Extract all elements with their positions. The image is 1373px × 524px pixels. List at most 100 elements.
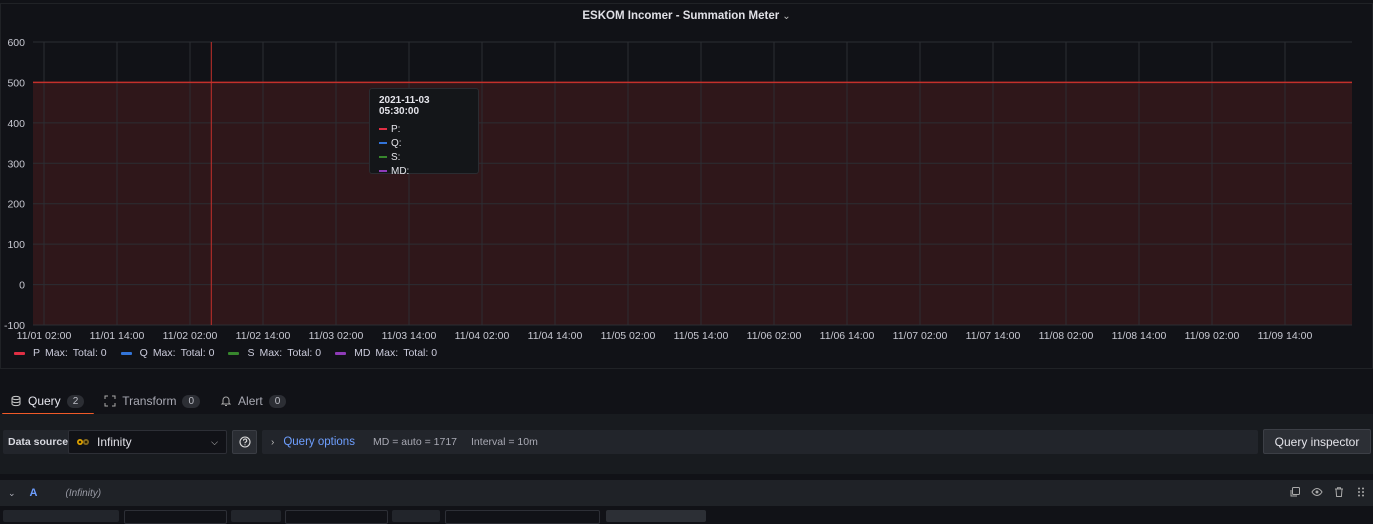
- database-icon: [11, 395, 21, 407]
- chevron-down-icon[interactable]: ⌄: [8, 488, 16, 499]
- field-button-peek[interactable]: [606, 510, 706, 522]
- field-select-peek[interactable]: [285, 510, 388, 524]
- tab-transform-count: 0: [182, 394, 201, 408]
- tooltip-row: P:: [379, 122, 469, 136]
- query-datasource-name: (Infinity): [65, 487, 102, 499]
- duplicate-icon[interactable]: [1289, 486, 1301, 498]
- x-tick-label: 11/05 14:00: [674, 330, 729, 342]
- tab-alert-label: Alert: [238, 394, 263, 408]
- tooltip-label: P:: [391, 123, 401, 135]
- y-tick-label: 100: [7, 239, 25, 251]
- legend-total: Total: 0: [72, 347, 107, 359]
- datasource-select[interactable]: Infinity ⌵: [68, 430, 227, 454]
- x-tick-label: 11/02 14:00: [236, 330, 291, 342]
- tab-transform-label: Transform: [122, 394, 177, 408]
- x-tick-label: 11/04 14:00: [528, 330, 583, 342]
- interval-text: Interval = 10m: [471, 436, 538, 448]
- x-tick-label: 11/03 14:00: [382, 330, 437, 342]
- infinity-logo-icon: [77, 439, 89, 445]
- tooltip-row: S:: [379, 150, 469, 164]
- query-inspector-button[interactable]: Query inspector: [1263, 429, 1371, 454]
- tooltip-label: Q:: [391, 137, 402, 149]
- y-tick-label: 300: [7, 158, 25, 170]
- x-tick-label: 11/02 02:00: [163, 330, 218, 342]
- field-label-peek: [392, 510, 440, 522]
- field-select-peek[interactable]: [124, 510, 227, 524]
- transform-icon: [104, 395, 116, 407]
- tooltip-row: Q:: [379, 136, 469, 150]
- x-tick-label: 11/05 02:00: [601, 330, 656, 342]
- query-row-header[interactable]: ⌄ A (Infinity): [0, 480, 1373, 506]
- legend-total: Total: 0: [403, 347, 438, 359]
- x-tick-label: 11/01 02:00: [17, 330, 72, 342]
- help-button[interactable]: [232, 430, 257, 454]
- tooltip-time: 2021-11-03 05:30:00: [379, 95, 430, 117]
- legend-series-name: P: [33, 347, 41, 359]
- legend-max: Max:: [259, 347, 283, 359]
- y-tick-label: 500: [7, 77, 25, 89]
- tooltip-label: MD:: [391, 165, 410, 177]
- legend-swatch: [14, 351, 25, 355]
- datasource-value: Infinity: [97, 435, 132, 449]
- tab-alert-count: 0: [268, 394, 287, 408]
- legend-swatch: [120, 351, 132, 355]
- chevron-down-icon: ⌵: [211, 437, 218, 447]
- chart-canvas[interactable]: -100010020030040050060011/01 02:00 11/01 …: [0, 0, 1373, 345]
- bell-icon: [220, 396, 232, 406]
- x-tick-label: 11/04 02:00: [455, 330, 510, 342]
- query-options-link[interactable]: Query options: [283, 436, 355, 448]
- field-label-peek: [231, 510, 281, 522]
- chevron-right-icon: ›: [271, 436, 275, 448]
- legend-total: Total: 0: [287, 347, 322, 359]
- trash-icon[interactable]: [1333, 486, 1345, 498]
- question-icon: [238, 436, 251, 448]
- legend-total: Total: 0: [180, 347, 215, 359]
- tooltip-swatch: [379, 156, 387, 158]
- tab-query-count: 2: [66, 394, 85, 408]
- tooltip-label: S:: [391, 151, 401, 163]
- y-tick-label: 200: [7, 199, 25, 211]
- chart-tooltip: 2021-11-03 05:30:00 P: Q: S: MD:: [369, 88, 479, 177]
- legend-series-name: Q: [139, 347, 148, 359]
- query-ref-id[interactable]: A: [30, 487, 38, 499]
- legend-max: Max:: [152, 347, 176, 359]
- x-tick-label: 11/01 14:00: [90, 330, 145, 342]
- x-tick-label: 11/08 02:00: [1039, 330, 1094, 342]
- eye-icon[interactable]: [1311, 486, 1323, 498]
- x-tick-label: 11/07 02:00: [893, 330, 948, 342]
- tab-transform[interactable]: Transform 0: [94, 388, 210, 414]
- datasource-label: Data source: [3, 430, 74, 454]
- legend-item-md[interactable]: MD Max: Total: 0: [335, 347, 437, 359]
- tooltip-swatch: [379, 142, 387, 144]
- x-tick-label: 11/09 14:00: [1258, 330, 1313, 342]
- max-datapoints-text: MD = auto = 1717: [372, 436, 458, 448]
- tooltip-swatch: [379, 170, 387, 172]
- field-label-peek: [3, 510, 119, 522]
- tab-query-label: Query: [28, 394, 61, 408]
- x-tick-label: 11/07 14:00: [966, 330, 1021, 342]
- x-tick-label: 11/06 14:00: [820, 330, 875, 342]
- tab-query[interactable]: Query 2: [0, 388, 95, 415]
- tooltip-row: MD:: [379, 164, 469, 178]
- legend-item-s[interactable]: S Max: Total: 0: [228, 347, 321, 359]
- y-tick-label: 400: [7, 118, 25, 130]
- x-tick-label: 11/03 02:00: [309, 330, 364, 342]
- y-tick-label: 0: [19, 280, 25, 292]
- legend-item-p[interactable]: P Max: Total: 0: [14, 347, 107, 359]
- drag-handle-icon[interactable]: [1355, 486, 1367, 498]
- query-options-bar[interactable]: › Query options MD = auto = 1717 Interva…: [262, 430, 1258, 454]
- field-select-peek[interactable]: [445, 510, 600, 524]
- legend-max: Max:: [375, 347, 399, 359]
- x-tick-label: 11/09 02:00: [1185, 330, 1240, 342]
- tooltip-swatch: [379, 128, 387, 130]
- tab-alert[interactable]: Alert 0: [210, 388, 296, 414]
- x-tick-label: 11/08 14:00: [1112, 330, 1167, 342]
- chart-legend: P Max: Total: 0 Q Max: Total: 0 S Max: Total: 0M…: [14, 347, 437, 359]
- y-tick-label: 600: [7, 37, 25, 49]
- legend-series-name: MD: [354, 347, 371, 359]
- editor-tabs: Query 2 Transform 0 Alert 0: [0, 388, 296, 415]
- legend-swatch: [228, 351, 240, 355]
- legend-max: Max:: [45, 347, 68, 359]
- legend-item-q[interactable]: Q Max: Total: 0: [120, 347, 215, 359]
- legend-swatch: [335, 351, 347, 355]
